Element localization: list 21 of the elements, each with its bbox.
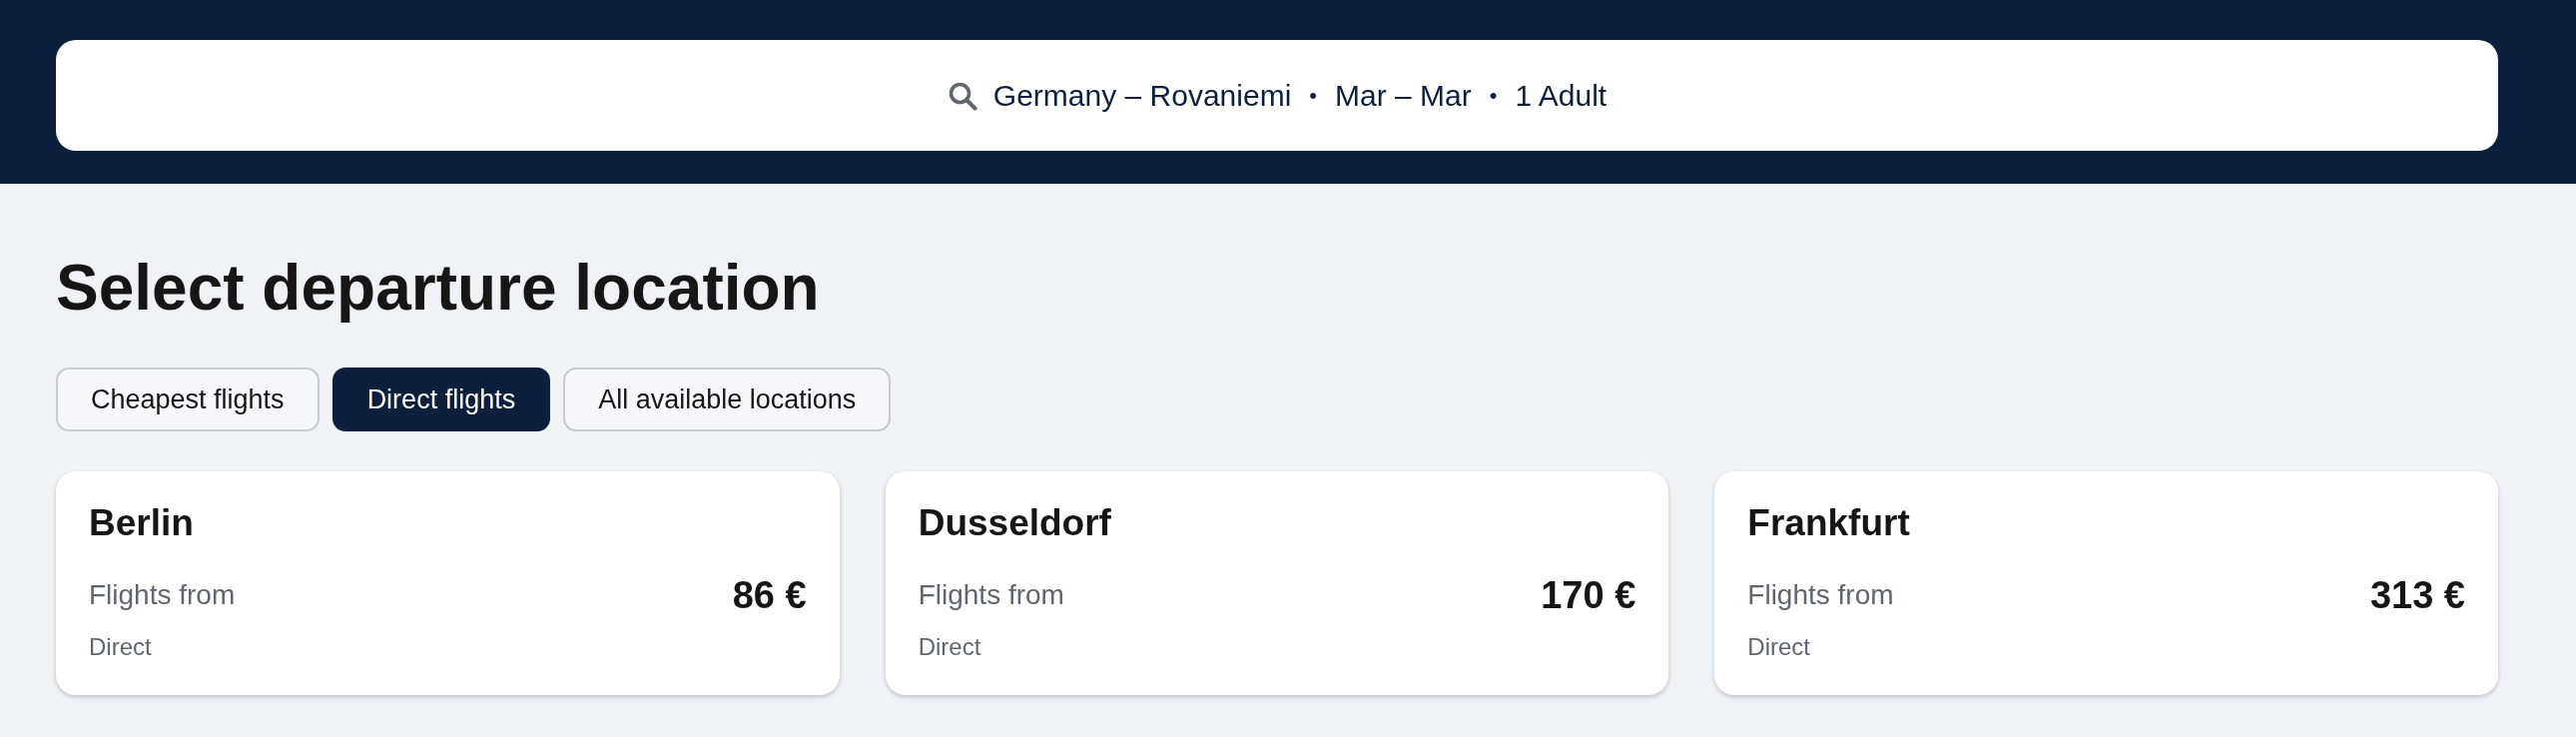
price-caption: Flights from xyxy=(89,579,236,611)
city-name: Frankfurt xyxy=(1747,501,1910,545)
location-card[interactable]: Dusseldorf Flights from 170 € Direct xyxy=(885,471,1669,695)
flight-type-label: Direct xyxy=(1747,632,1810,662)
price-label: 313 € xyxy=(2369,573,2465,617)
city-name: Berlin xyxy=(89,501,194,545)
location-card[interactable]: Frankfurt Flights from 313 € Direct xyxy=(1714,471,2498,695)
flight-type-label: Direct xyxy=(89,632,152,662)
search-summary-button[interactable]: Germany – Rovaniemi • Mar – Mar • 1 Adult xyxy=(56,40,2498,151)
price-label: 170 € xyxy=(1541,573,1636,617)
page-title: Select departure location xyxy=(56,251,820,326)
price-caption: Flights from xyxy=(1747,579,1894,611)
filter-tab[interactable]: Cheapest flights xyxy=(56,368,320,431)
city-name: Dusseldorf xyxy=(918,501,1111,545)
price-label: 86 € xyxy=(732,573,807,617)
filter-tab[interactable]: Direct flights xyxy=(331,368,551,431)
price-caption: Flights from xyxy=(918,579,1064,611)
flight-type-label: Direct xyxy=(918,632,981,662)
location-card[interactable]: Berlin Flights from 86 € Direct xyxy=(56,471,840,695)
filter-tab[interactable]: All available locations xyxy=(563,368,892,431)
search-icon xyxy=(947,80,977,111)
